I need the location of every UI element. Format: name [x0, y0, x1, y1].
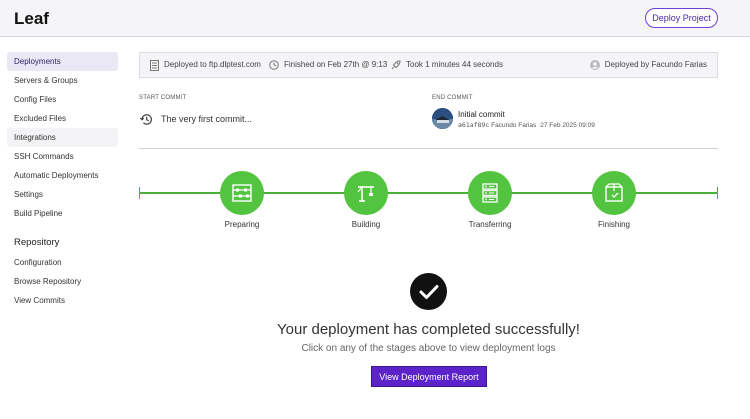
sidebar-item-servers-groups[interactable]: Servers & Groups [7, 71, 118, 90]
stage-label-transferring: Transferring [468, 220, 512, 229]
brand-title: Leaf [14, 9, 49, 28]
stage-building[interactable] [344, 171, 388, 215]
info-deployed-by: Deployed by Facundo Farias [589, 53, 707, 77]
history-icon [139, 114, 152, 125]
server-icon [150, 59, 159, 71]
deploy-project-button[interactable]: Deploy Project [645, 8, 718, 28]
crane-icon [357, 186, 374, 202]
pipeline-line-start-cap [139, 187, 140, 199]
stage-preparing[interactable] [220, 171, 264, 215]
deployed-by-text: Deployed by Facundo Farias [604, 60, 707, 69]
end-commit-meta: a61af89c Facundo Farias ·27 Feb 2025 09:… [458, 121, 595, 129]
start-commit-message[interactable]: The very first commit... [161, 114, 252, 124]
sidebar-item-settings[interactable]: Settings [7, 185, 118, 204]
top-bar: Leaf Deploy Project [0, 0, 750, 37]
start-commit-label: START COMMIT [139, 95, 187, 101]
section-divider [139, 148, 718, 149]
info-deployed-to: Deployed to ftp.dlptest.com [150, 53, 261, 77]
stage-label-preparing: Preparing [224, 220, 260, 229]
sidebar: Deployments Servers & Groups Config File… [7, 52, 118, 310]
sidebar-item-view-commits[interactable]: View Commits [7, 291, 118, 310]
success-check-icon [410, 273, 447, 310]
author-avatar [432, 108, 453, 129]
end-commit-title[interactable]: Initial commit [458, 110, 505, 119]
sidebar-item-automatic-deployments[interactable]: Automatic Deployments [7, 166, 118, 185]
took-text: Took 1 minutes 44 seconds [406, 60, 503, 69]
sidebar-item-config-files[interactable]: Config Files [7, 90, 118, 109]
success-subtitle: Click on any of the stages above to view… [301, 343, 556, 354]
stage-label-building: Building [351, 220, 381, 229]
info-took: Took 1 minutes 44 seconds [390, 53, 503, 77]
stage-label-finishing: Finishing [597, 220, 630, 229]
sidebar-item-configuration[interactable]: Configuration [7, 253, 118, 272]
sidebar-item-ssh-commands[interactable]: SSH Commands [7, 147, 118, 166]
sidebar-item-excluded-files[interactable]: Excluded Files [7, 109, 118, 128]
finished-text: Finished on Feb 27th @ 9:13 [284, 60, 388, 69]
abacus-icon [232, 184, 252, 202]
stage-transferring[interactable] [468, 171, 512, 215]
sidebar-item-build-pipeline[interactable]: Build Pipeline [7, 204, 118, 223]
rocket-icon [391, 59, 401, 69]
info-finished: Finished on Feb 27th @ 9:13 [269, 53, 387, 77]
sidebar-heading-repository: Repository [14, 237, 60, 248]
pipeline-line-end-cap [717, 187, 718, 199]
user-avatar-icon [589, 60, 600, 70]
view-deployment-report-button[interactable]: View Deployment Report [371, 366, 487, 387]
commit-date: ·27 Feb 2025 09:09 [538, 122, 595, 129]
sidebar-item-browse-repository[interactable]: Browse Repository [7, 272, 118, 291]
success-title: Your deployment has completed successful… [277, 321, 580, 338]
commit-author: Facundo Farias [491, 122, 537, 129]
server-transfer-icon [482, 183, 498, 203]
package-icon [605, 183, 623, 202]
stage-finishing[interactable] [592, 171, 636, 215]
sidebar-item-integrations[interactable]: Integrations [7, 128, 118, 147]
clock-icon [269, 60, 279, 70]
end-commit-label: END COMMIT [432, 95, 473, 101]
sidebar-item-deployments[interactable]: Deployments [7, 52, 118, 71]
commit-hash[interactable]: a61af89c [458, 121, 489, 129]
deployed-to-text: Deployed to ftp.dlptest.com [164, 60, 261, 69]
checkmark-icon [419, 284, 438, 299]
avatar-photo-icon [432, 108, 453, 129]
deployment-info-bar: Deployed to ftp.dlptest.com Finished on … [139, 52, 718, 78]
